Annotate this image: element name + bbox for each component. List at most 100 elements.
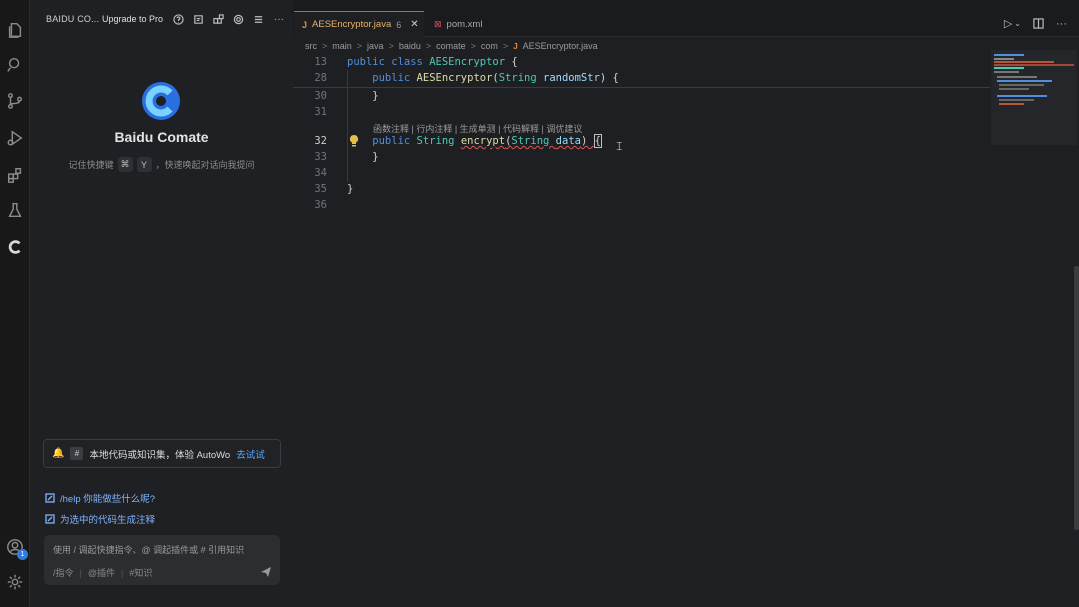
suggestion-comment[interactable]: 为选中的代码生成注释 — [45, 512, 155, 526]
tab-aesencryptor[interactable]: J AESEncryptor.java 6 ✕ — [294, 11, 424, 37]
plugins-icon[interactable] — [212, 13, 224, 25]
code-token: ) — [581, 135, 594, 147]
more-actions-icon[interactable]: ··· — [1056, 18, 1067, 30]
breadcrumb-item[interactable]: comate — [436, 41, 466, 51]
code-token: String — [417, 135, 461, 147]
split-editor-icon[interactable] — [1033, 18, 1044, 29]
testing-icon[interactable] — [4, 199, 26, 221]
settings-gear-icon[interactable] — [4, 571, 26, 593]
tab-pom-xml[interactable]: ⊠ pom.xml — [426, 11, 490, 37]
upgrade-button[interactable]: Upgrade to Pro — [102, 14, 170, 24]
try-it-link[interactable]: 去试试 — [236, 447, 265, 461]
hint-prefix: 记住快捷键 — [68, 158, 113, 171]
run-icon[interactable]: ▷ — [1004, 17, 1012, 30]
code-text: public class AESEncryptor { — [347, 56, 518, 68]
java-file-icon: J — [513, 42, 517, 51]
code-line[interactable]: 36 — [293, 197, 990, 213]
breadcrumb-item[interactable]: main — [332, 41, 352, 51]
history-icon[interactable] — [192, 13, 204, 25]
breadcrumb-file[interactable]: AESEncryptor.java — [523, 41, 598, 51]
code-line[interactable]: 34 — [293, 165, 990, 181]
breadcrumb-separator: > — [503, 41, 508, 51]
line-number: 13 — [293, 56, 329, 68]
menu-icon[interactable] — [252, 13, 264, 25]
code-token: public — [347, 72, 417, 84]
breadcrumb-item[interactable]: com — [481, 41, 498, 51]
code-token: AESEncryptor — [417, 72, 493, 84]
code-text: } — [347, 151, 379, 163]
send-icon[interactable] — [260, 565, 272, 577]
tab-label: AESEncryptor.java — [312, 19, 391, 30]
chat-placeholder: 使用 / 调起快捷指令、@ 调起插件或 # 引用知识 — [53, 543, 244, 556]
extensions-icon[interactable] — [4, 164, 26, 186]
breadcrumb-separator: > — [322, 41, 327, 51]
code-line[interactable]: 33 } — [293, 149, 990, 165]
help-icon[interactable] — [172, 13, 184, 25]
comate-logo — [140, 80, 182, 122]
knowledge-button[interactable]: #知识 — [129, 566, 152, 579]
code-text: public AESEncryptor(String randomStr) { — [347, 72, 619, 84]
code-line[interactable]: 30 } — [293, 88, 990, 104]
breadcrumb-separator: > — [357, 41, 362, 51]
close-icon[interactable]: ✕ — [410, 19, 418, 30]
account-badge: 1 — [17, 549, 28, 560]
lightbulb-icon[interactable] — [349, 134, 359, 144]
vertical-scrollbar[interactable] — [1074, 266, 1079, 530]
breadcrumb-item[interactable]: baidu — [399, 41, 421, 51]
code-line[interactable]: 13 public class AESEncryptor { — [293, 54, 990, 70]
line-number: 30 — [293, 90, 329, 102]
bell-icon: 🔔 — [52, 448, 64, 459]
breadcrumb-separator: > — [389, 41, 394, 51]
code-token: data — [556, 135, 581, 147]
brand-name: Baidu Comate — [30, 129, 293, 145]
code-token: String — [499, 72, 543, 84]
minimap[interactable] — [991, 50, 1077, 145]
suggestion-help[interactable]: /help 你能做些什么呢? — [45, 491, 155, 505]
knowledge-notice: 🔔 # 本地代码或知识集，体验 AutoWo 去试试 — [43, 439, 281, 468]
suggestion-help-label: /help 你能做些什么呢? — [60, 491, 155, 505]
code-token: class — [391, 56, 429, 68]
explorer-icon[interactable] — [4, 19, 26, 41]
plugin-button[interactable]: @插件 — [88, 566, 115, 579]
comate-codelens[interactable]: 函数注释 | 行内注释 | 生成单测 | 代码解释 | 调优建议 — [373, 122, 582, 135]
xml-file-icon: ⊠ — [434, 19, 442, 30]
code-text: public String encrypt(String data) { — [347, 134, 602, 148]
line-number: 32 — [293, 135, 329, 147]
breadcrumb-item[interactable]: src — [305, 41, 317, 51]
chat-input[interactable]: 使用 / 调起快捷指令、@ 调起插件或 # 引用知识 /指令 | @插件 | #… — [44, 535, 280, 585]
run-menu-chevron-icon[interactable]: ⌄ — [1014, 19, 1021, 28]
code-text: } — [347, 90, 379, 102]
search-icon[interactable] — [4, 54, 26, 76]
java-file-icon: J — [302, 20, 307, 30]
code-token: ) { — [600, 72, 619, 84]
code-line[interactable]: 32 public String encrypt(String data) { — [293, 133, 990, 149]
line-number: 31 — [293, 106, 329, 118]
code-line[interactable]: 35} — [293, 181, 990, 197]
activity-bar: 1 — [0, 0, 30, 607]
command-button[interactable]: /指令 — [53, 566, 74, 579]
run-debug-icon[interactable] — [4, 127, 26, 149]
code-token: encrypt — [461, 135, 505, 147]
breadcrumb: src > main > java > baidu > comate > com… — [305, 41, 598, 51]
notice-text: 本地代码或知识集，体验 AutoWo — [89, 447, 230, 461]
comate-icon[interactable] — [4, 236, 26, 258]
more-actions-button[interactable]: ··· — [274, 14, 284, 25]
shortcut-hint: 记住快捷键 ⌘ Y ，快速唤起对话向我提问 — [30, 157, 293, 172]
cmd-key: ⌘ — [118, 157, 133, 172]
code-token: AESEncryptor — [429, 56, 505, 68]
code-token: String — [511, 135, 555, 147]
separator: | — [80, 568, 82, 578]
code-text: } — [347, 183, 353, 195]
code-token: { — [505, 56, 518, 68]
breadcrumb-item[interactable]: java — [367, 41, 384, 51]
separator: | — [121, 568, 123, 578]
account-icon[interactable]: 1 — [4, 536, 26, 558]
line-number: 33 — [293, 151, 329, 163]
code-token: } — [347, 90, 379, 102]
source-control-icon[interactable] — [4, 90, 26, 112]
line-number: 34 — [293, 167, 329, 179]
gear-icon[interactable] — [232, 13, 244, 25]
tab-bar: J AESEncryptor.java 6 ✕ ⊠ pom.xml ▷ ⌄ ··… — [293, 0, 1079, 37]
code-line[interactable]: 31 — [293, 104, 990, 120]
code-line[interactable]: 28 public AESEncryptor(String randomStr)… — [293, 70, 990, 86]
